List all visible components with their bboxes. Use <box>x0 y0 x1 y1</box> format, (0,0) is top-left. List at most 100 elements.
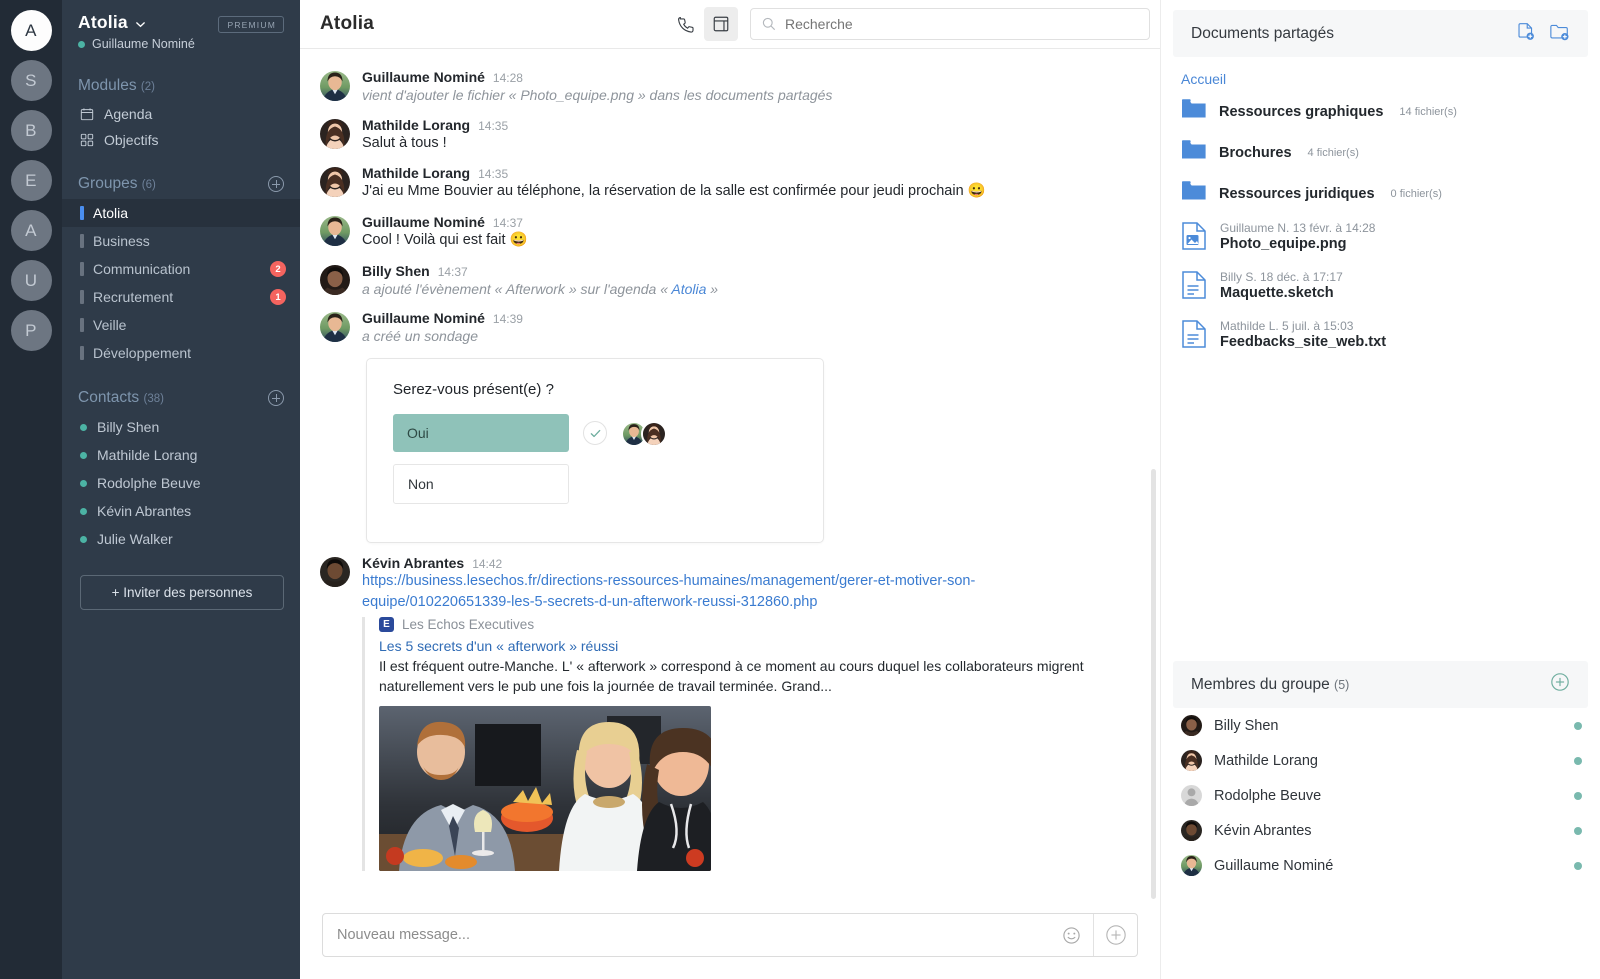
group-label: Recrutement <box>93 289 174 305</box>
file-row[interactable]: Billy S. 18 déc. à 17:17 Maquette.sketch <box>1161 263 1600 312</box>
file-row[interactable]: Mathilde L. 5 juil. à 15:03 Feedbacks_si… <box>1161 312 1600 361</box>
online-status-dot <box>80 423 87 431</box>
folder-add-icon[interactable] <box>1549 22 1570 46</box>
folder-row[interactable]: Brochures 4 fichier(s) <box>1161 132 1600 173</box>
plus-circle-icon[interactable] <box>1093 914 1137 956</box>
avatar <box>320 167 350 198</box>
phone-icon[interactable] <box>668 7 702 41</box>
poll-option-no[interactable]: Non <box>393 464 569 505</box>
premium-badge: PREMIUM <box>218 16 284 33</box>
sidebar-item-agenda[interactable]: Agenda <box>62 101 300 127</box>
group-label: Communication <box>93 261 191 277</box>
composer-wrapper <box>300 903 1160 979</box>
message-author: Kévin Abrantes <box>362 555 465 572</box>
panel-toggle-icon[interactable] <box>704 7 738 41</box>
folder-name: Brochures <box>1219 144 1292 161</box>
add-group-button[interactable] <box>268 176 284 192</box>
group-color-bar <box>80 262 84 276</box>
documents-title: Documents partagés <box>1191 24 1335 42</box>
source-logo-icon: E <box>379 617 394 633</box>
avatar <box>320 71 350 101</box>
members-count: (5) <box>1334 677 1350 692</box>
groups-count: (6) <box>141 179 156 191</box>
member-row[interactable]: Rodolphe Beuve <box>1161 778 1600 813</box>
link-preview-title[interactable]: Les 5 secrets d'un « afterwork » réussi <box>379 638 1132 654</box>
message-scrollbar[interactable] <box>1151 469 1156 899</box>
file-name: Photo_equipe.png <box>1220 236 1347 252</box>
rail-avatar-4[interactable]: A <box>10 210 52 251</box>
unread-badge: 2 <box>270 261 286 277</box>
group-color-bar <box>80 346 84 360</box>
smiley-icon[interactable] <box>1049 914 1093 956</box>
message-time: 14:37 <box>437 264 468 279</box>
inline-link[interactable]: Atolia <box>671 281 706 297</box>
poll-wrapper: Serez-vous présent(e) ? Oui Non <box>300 352 1160 549</box>
contact-label: Rodolphe Beuve <box>97 475 201 491</box>
file-row[interactable]: Guillaume N. 13 févr. à 14:28 Photo_equi… <box>1161 214 1600 263</box>
message-url-link[interactable]: https://business.lesechos.fr/directions-… <box>362 571 977 613</box>
file-add-icon[interactable] <box>1516 22 1535 46</box>
rail-avatar-2[interactable]: B <box>10 110 52 151</box>
sidebar-group-recrutement[interactable]: Recrutement 1 <box>62 283 300 311</box>
rail-avatar-6[interactable]: P <box>10 310 52 351</box>
sidebar-contact[interactable]: Mathilde Lorang <box>62 441 300 469</box>
documents-panel-header: Documents partagés <box>1173 10 1588 57</box>
workspace-switcher[interactable]: Atolia <box>78 12 218 33</box>
workspace-name: Atolia <box>78 12 128 32</box>
poll-option-yes[interactable]: Oui <box>393 414 569 453</box>
message-author: Guillaume Nominé <box>362 310 485 327</box>
sidebar: Atolia Guillaume Nominé PREMIUM Modules … <box>62 0 300 979</box>
message-input[interactable] <box>323 914 1049 956</box>
sidebar-group-veille[interactable]: Veille <box>62 311 300 339</box>
sidebar-contact[interactable]: Billy Shen <box>62 413 300 441</box>
member-row[interactable]: Guillaume Nominé <box>1161 848 1600 883</box>
member-row[interactable]: Mathilde Lorang <box>1161 743 1600 778</box>
message-text: a créé un sondage <box>362 328 478 345</box>
message: Billy Shen 14:37 a ajouté l'évènement « … <box>300 257 1160 305</box>
file-meta: Guillaume N. 13 févr. à 14:28 <box>1220 221 1376 235</box>
rail-avatar-0[interactable]: A <box>10 10 52 51</box>
add-contact-button[interactable] <box>268 390 284 406</box>
rail-avatar-1[interactable]: S <box>10 60 52 101</box>
folder-count: 14 fichier(s) <box>1399 105 1457 118</box>
app-root: ASBEAUP Atolia Guillaume Nominé PREMIUM <box>0 0 1600 979</box>
contacts-section-header: Contacts (38) <box>62 389 300 407</box>
sidebar-group-atolia[interactable]: Atolia <box>62 199 300 227</box>
file-meta: Billy S. 18 déc. à 17:17 <box>1220 270 1343 284</box>
rail-avatar-3[interactable]: E <box>10 160 52 201</box>
message-time: 14:42 <box>472 557 503 572</box>
sidebar-contact[interactable]: Rodolphe Beuve <box>62 469 300 497</box>
file-doc-icon <box>1181 270 1207 305</box>
member-row[interactable]: Billy Shen <box>1161 708 1600 743</box>
sidebar-item-objectifs[interactable]: Objectifs <box>62 127 300 153</box>
breadcrumb[interactable]: Accueil <box>1161 57 1600 91</box>
avatar <box>1181 785 1202 806</box>
rail-avatar-5[interactable]: U <box>10 260 52 301</box>
member-name: Billy Shen <box>1214 717 1279 734</box>
check-icon[interactable] <box>583 421 607 446</box>
message: Guillaume Nominé 14:39 a créé un sondage <box>300 304 1160 352</box>
file-name: Maquette.sketch <box>1220 285 1334 301</box>
member-name: Kévin Abrantes <box>1214 822 1312 839</box>
message: Guillaume Nominé 14:28 vient d'ajouter l… <box>300 63 1160 111</box>
sidebar-current-user: Guillaume Nominé <box>78 37 218 51</box>
sidebar-group-développement[interactable]: Développement <box>62 339 300 367</box>
contacts-label: Contacts <box>78 389 140 406</box>
search-box[interactable] <box>750 8 1150 40</box>
members-list: Billy Shen Mathilde Lorang Rodolphe Beuv… <box>1161 708 1600 883</box>
sidebar-contact[interactable]: Julie Walker <box>62 525 300 553</box>
message-text: a ajouté l'évènement « Afterwork » sur l… <box>362 280 719 297</box>
folder-row[interactable]: Ressources graphiques 14 fichier(s) <box>1161 91 1600 132</box>
message-author: Billy Shen <box>362 262 430 279</box>
invite-people-button[interactable]: + Inviter des personnes <box>80 575 284 610</box>
link-preview-card[interactable]: E Les Echos Executives Les 5 secrets d'u… <box>362 617 1132 871</box>
folder-row[interactable]: Ressources juridiques 0 fichier(s) <box>1161 173 1600 214</box>
member-row[interactable]: Kévin Abrantes <box>1161 813 1600 848</box>
sidebar-group-business[interactable]: Business <box>62 227 300 255</box>
sidebar-contact[interactable]: Kévin Abrantes <box>62 497 300 525</box>
avatar <box>320 118 350 149</box>
search-input[interactable] <box>750 8 1150 40</box>
add-member-button[interactable] <box>1550 672 1570 697</box>
member-name: Rodolphe Beuve <box>1214 787 1322 804</box>
sidebar-group-communication[interactable]: Communication 2 <box>62 255 300 283</box>
